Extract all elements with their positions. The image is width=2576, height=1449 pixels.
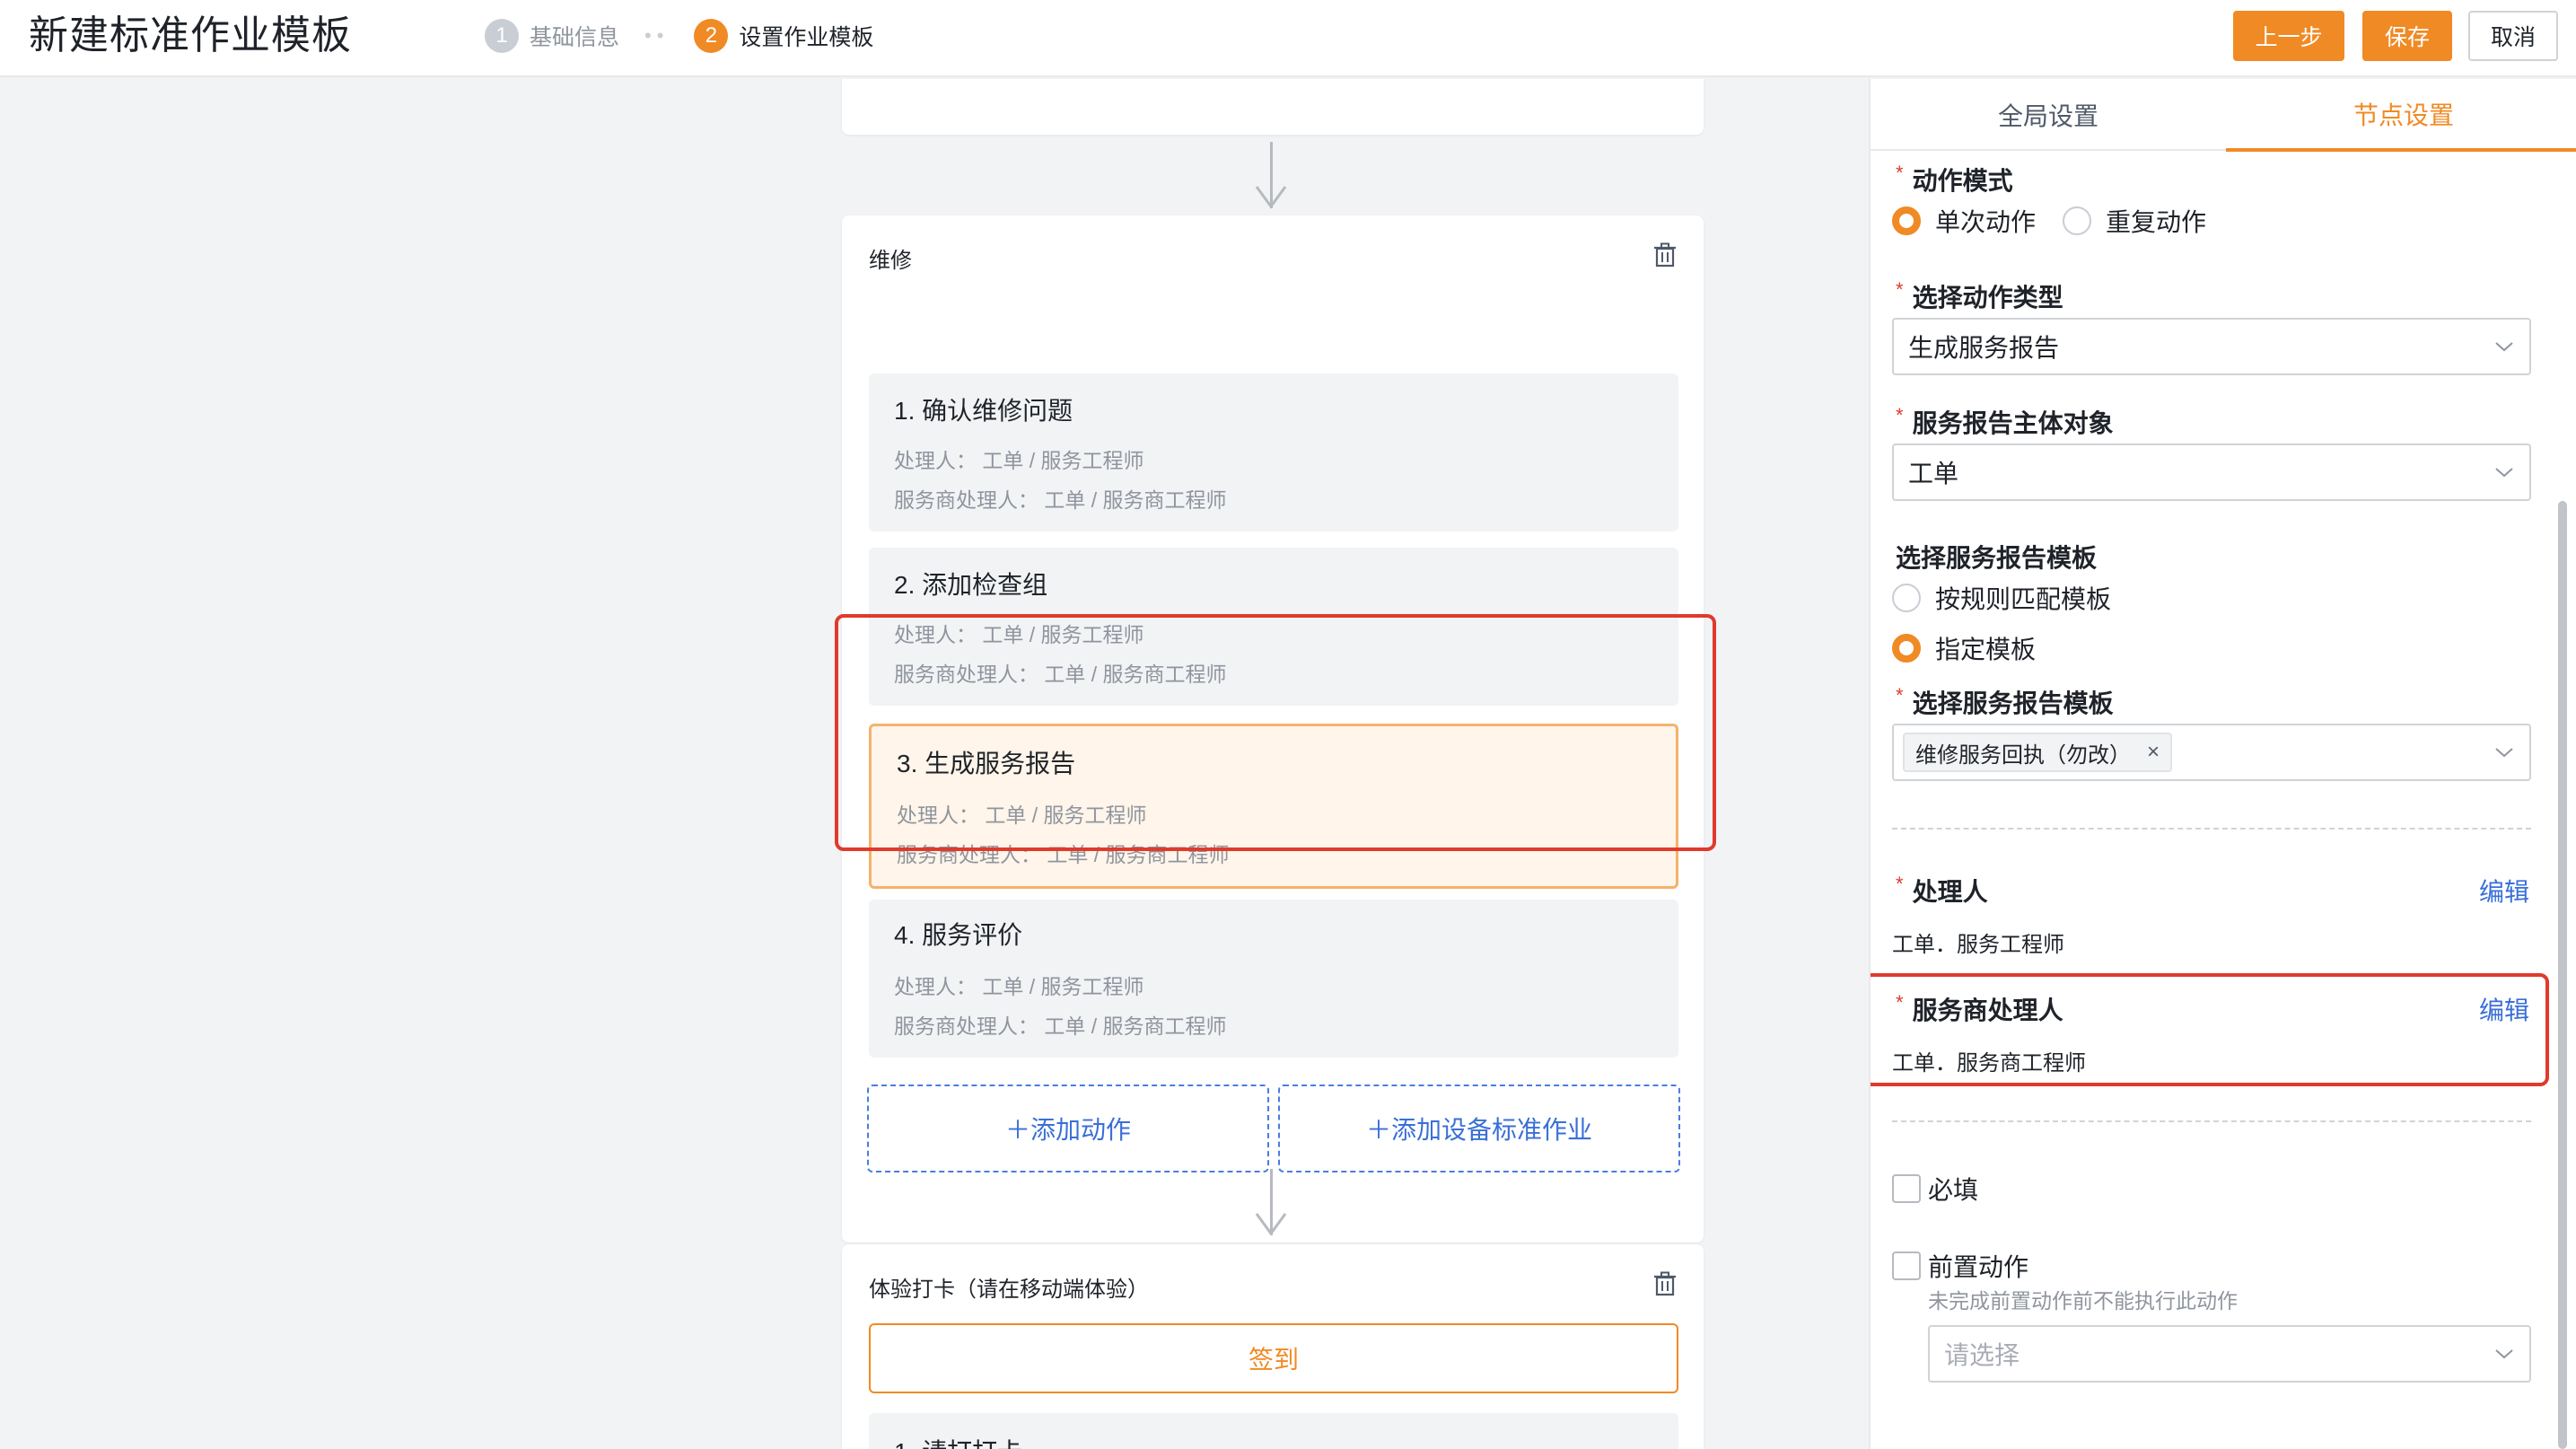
save-button[interactable]: 保存: [2362, 11, 2452, 61]
step-separator: ••: [644, 24, 670, 47]
radio-repeat-action[interactable]: 重复动作: [2063, 203, 2206, 239]
action-item[interactable]: 1. 确认维修问题 处理人： 工单 / 服务工程师 服务商处理人： 工单 / 服…: [869, 373, 1678, 531]
pre-action-select[interactable]: 请选择: [1928, 1325, 2531, 1383]
pre-action-checkbox[interactable]: [1892, 1251, 1921, 1280]
required-mark: *: [1896, 162, 1904, 184]
flow-arrow: [1253, 142, 1289, 210]
handler-edit-link[interactable]: 编辑: [2479, 873, 2529, 909]
pre-action-hint: 未完成前置动作前不能执行此动作: [1928, 1289, 2238, 1313]
action-title: 2. 添加检查组: [894, 571, 1048, 599]
group-title: 维修: [869, 249, 912, 273]
action-title: 4. 服务评价: [894, 921, 1023, 949]
add-buttons-row: ＋添加动作 ＋添加设备标准作业: [867, 1085, 1680, 1172]
section-divider: [1892, 828, 2531, 830]
chevron-down-icon: [2495, 468, 2513, 478]
select-value: 生成服务报告: [1908, 334, 2060, 362]
group-title: 体验打卡（请在移动端体验）: [869, 1278, 1149, 1302]
step-label: 设置作业模板: [739, 25, 874, 50]
template-mode-label: 选择服务报告模板: [1896, 544, 2098, 572]
step-number: 2: [694, 19, 729, 53]
report-subject-label: * 服务报告主体对象: [1896, 404, 2114, 437]
add-action-button[interactable]: ＋添加动作: [867, 1085, 1269, 1172]
action-provider-handler: 服务商处理人： 工单 / 服务商工程师: [894, 488, 1227, 512]
select-placeholder: 请选择: [1944, 1341, 2020, 1369]
required-mark: *: [1896, 684, 1904, 707]
arrow-down-icon: [1255, 186, 1287, 209]
settings-panel: 全局设置 节点设置 * 动作模式 单次动作 重复动作 * 选择动作类型 生成服务报告…: [1869, 79, 2576, 1449]
action-item[interactable]: 4. 服务评价 处理人： 工单 / 服务工程师 服务商处理人： 工单 / 服务商…: [869, 900, 1678, 1058]
highlight-box: [835, 614, 1716, 851]
chevron-down-icon: [2495, 1349, 2513, 1359]
template-multi-select[interactable]: 维修服务回执（勿改） ×: [1892, 724, 2531, 781]
add-standard-job-button[interactable]: ＋添加设备标准作业: [1278, 1085, 1680, 1172]
action-item[interactable]: 1. 请打打卡: [869, 1413, 1678, 1449]
top-header: 新建标准作业模板 1 基础信息 •• 2 设置作业模板 上一步 保存 取消: [0, 0, 2576, 77]
radio-specified-template[interactable]: 指定模板: [1892, 630, 2036, 666]
action-type-select[interactable]: 生成服务报告: [1892, 318, 2531, 375]
radio-button-checked[interactable]: [1892, 206, 1921, 235]
required-checkbox-row[interactable]: 必填: [1892, 1171, 1978, 1207]
action-handler: 处理人： 工单 / 服务工程师: [894, 449, 1144, 472]
required-mark: *: [1896, 404, 1904, 426]
cancel-button[interactable]: 取消: [2468, 11, 2558, 61]
step-label: 基础信息: [530, 25, 620, 50]
required-mark: *: [1896, 278, 1904, 301]
page-title: 新建标准作业模板: [29, 13, 352, 57]
step-indicator: 1 基础信息 •• 2 设置作业模板: [485, 18, 873, 54]
arrow-down-icon: [1255, 1213, 1287, 1236]
handler-value: 工单．服务工程师: [1892, 933, 2064, 957]
action-title: 1. 确认维修问题: [894, 397, 1073, 425]
step-number: 1: [485, 19, 519, 53]
required-checkbox[interactable]: [1892, 1174, 1921, 1203]
workflow-canvas: 维修 1. 确认维修问题 处理人： 工单 / 服务工程师 服务商处理人： 工单 …: [0, 79, 1867, 1449]
required-mark: *: [1896, 873, 1904, 895]
action-provider-handler: 服务商处理人： 工单 / 服务商工程师: [894, 1014, 1227, 1038]
previous-group-card[interactable]: [842, 79, 1704, 135]
tab-node-settings[interactable]: 节点设置: [2226, 79, 2576, 152]
select-value: 工单: [1908, 460, 1959, 487]
prev-step-button[interactable]: 上一步: [2233, 11, 2344, 61]
section-divider: [1892, 1120, 2531, 1122]
checkin-button[interactable]: 签到: [869, 1323, 1678, 1393]
step-basic-info[interactable]: 1 基础信息: [485, 19, 619, 53]
group-card-checkin[interactable]: 体验打卡（请在移动端体验） 签到 1. 请打打卡: [842, 1244, 1704, 1449]
trash-icon[interactable]: [1653, 1271, 1677, 1296]
highlight-box: [1871, 973, 2549, 1086]
selected-template-tag: 维修服务回执（勿改） ×: [1903, 733, 2173, 772]
radio-button[interactable]: [1892, 584, 1921, 612]
radio-single-action[interactable]: 单次动作: [1892, 203, 2036, 239]
tab-global-settings[interactable]: 全局设置: [1871, 79, 2226, 151]
step-template-settings[interactable]: 2 设置作业模板: [694, 19, 873, 53]
radio-button[interactable]: [2063, 206, 2092, 235]
action-handler: 处理人： 工单 / 服务工程师: [894, 975, 1144, 998]
trash-icon[interactable]: [1653, 242, 1677, 268]
report-subject-select[interactable]: 工单: [1892, 443, 2531, 501]
action-type-label: * 选择动作类型: [1896, 278, 2063, 312]
pre-action-checkbox-row[interactable]: 前置动作: [1892, 1248, 2028, 1284]
radio-rule-match[interactable]: 按规则匹配模板: [1892, 580, 2111, 616]
action-title: 1. 请打打卡: [894, 1433, 1022, 1449]
tag-close-icon[interactable]: ×: [2147, 740, 2160, 765]
handler-label: * 处理人: [1896, 873, 1988, 906]
template-select-label: * 选择服务报告模板: [1896, 684, 2114, 717]
flow-arrow: [1253, 1169, 1289, 1237]
chevron-down-icon: [2495, 748, 2513, 758]
action-mode-radio-group: 单次动作 重复动作: [1892, 203, 2233, 239]
radio-button-checked[interactable]: [1892, 634, 1921, 663]
panel-scrollbar[interactable]: [2558, 501, 2567, 1449]
settings-tabs: 全局设置 节点设置: [1871, 79, 2576, 152]
action-mode-label: * 动作模式: [1896, 162, 2013, 195]
chevron-down-icon: [2495, 342, 2513, 352]
